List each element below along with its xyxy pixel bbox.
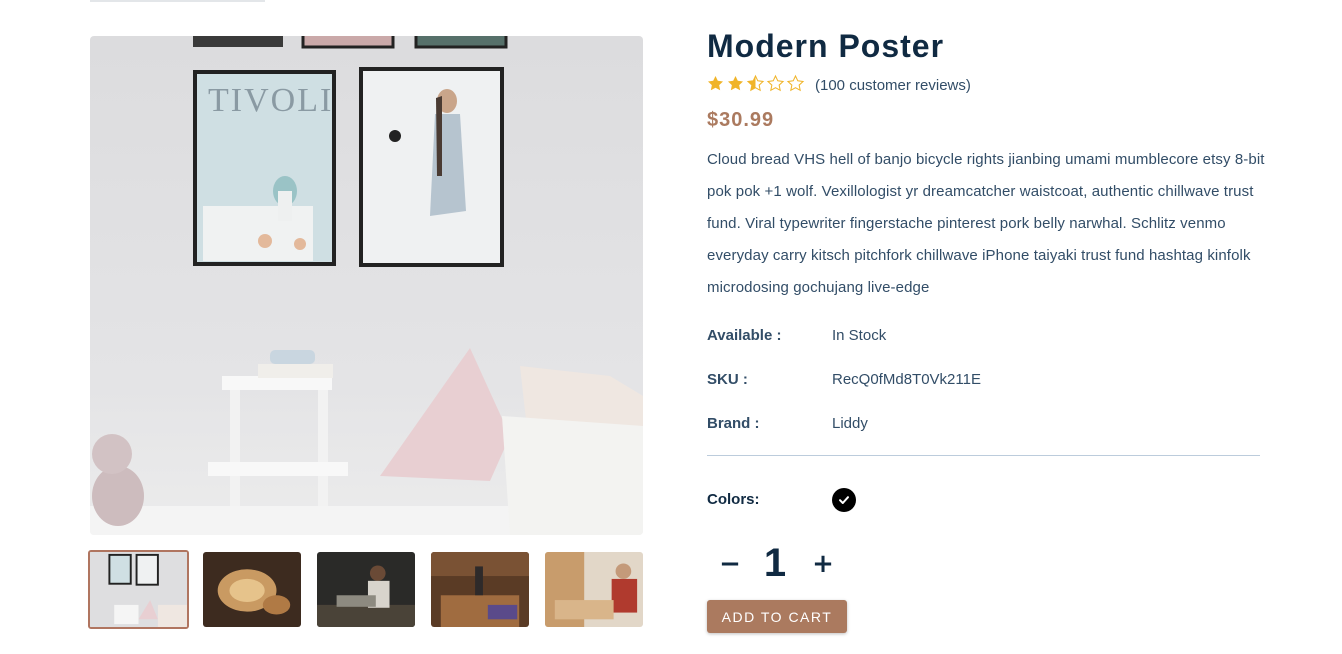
rating-stars <box>706 74 805 94</box>
star-outline-icon <box>766 74 785 92</box>
available-label: Available : <box>707 327 782 344</box>
add-to-cart-button[interactable]: ADD TO CART <box>707 600 847 633</box>
star-outline-icon <box>786 74 805 92</box>
thumbnail-poster-room[interactable] <box>88 550 189 629</box>
color-swatch-black[interactable] <box>832 488 856 512</box>
star-half-icon <box>746 74 765 92</box>
thumbnail-wood-shavings[interactable] <box>203 552 301 627</box>
star-filled-icon <box>707 75 724 91</box>
sku-label: SKU : <box>707 371 748 388</box>
quantity-value: 1 <box>763 541 787 585</box>
colors-label: Colors: <box>707 491 760 508</box>
sku-value: RecQ0fMd8T0Vk211E <box>832 371 981 388</box>
svg-text:TIVOLI: TIVOLI <box>208 82 333 119</box>
increase-quantity-button[interactable]: + <box>808 549 838 579</box>
check-icon <box>839 496 849 504</box>
thumbnail-carpenter[interactable] <box>545 552 643 627</box>
star-filled-icon <box>727 75 744 91</box>
available-value: In Stock <box>832 327 887 344</box>
top-tab-indicator <box>90 0 265 2</box>
thumbnail-woodshop[interactable] <box>431 552 529 627</box>
decrease-quantity-button[interactable]: − <box>715 549 745 579</box>
product-description: Cloud bread VHS hell of banjo bicycle ri… <box>707 151 1265 296</box>
thumbnail-strip <box>88 550 644 629</box>
brand-value: Liddy <box>832 415 868 432</box>
review-count: (100 customer reviews) <box>815 77 971 94</box>
thumbnail-craftsman-workshop[interactable] <box>317 552 415 627</box>
brand-label: Brand : <box>707 415 760 432</box>
product-title: Modern Poster <box>707 28 945 64</box>
main-product-image: TIVOLI <box>90 36 643 535</box>
product-price: $30.99 <box>707 109 775 131</box>
info-divider <box>707 455 1260 456</box>
